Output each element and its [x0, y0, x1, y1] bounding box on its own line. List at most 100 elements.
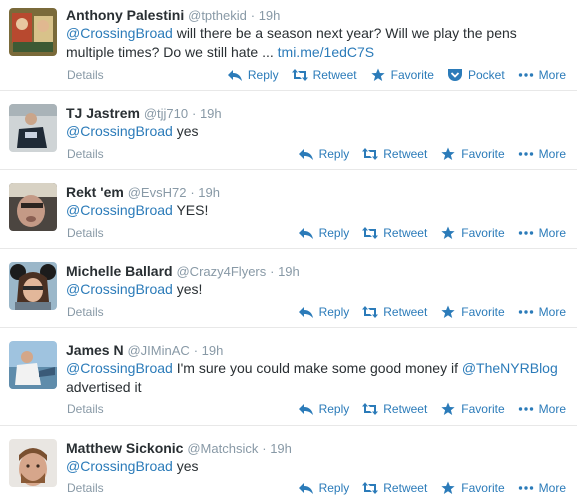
tweet-time[interactable]: · 19h — [262, 441, 292, 456]
tweet-text: @CrossingBroad yes — [66, 458, 199, 474]
favorite-button[interactable]: Favorite — [440, 480, 505, 496]
user-handle[interactable]: @Matchsick — [187, 441, 258, 456]
reply-button[interactable]: Reply — [298, 480, 349, 496]
user-handle[interactable]: @tjj710 — [144, 106, 188, 121]
mention-link[interactable]: @CrossingBroad — [66, 25, 173, 41]
star-icon — [440, 226, 456, 240]
more-button[interactable]: More — [518, 401, 566, 417]
tweet-actions: Reply Retweet Favorite More — [285, 146, 566, 162]
tweet-2: TJ Jastrem @tjj710 · 19h @CrossingBroad … — [0, 91, 577, 170]
retweet-icon — [362, 481, 379, 495]
avatar[interactable] — [9, 439, 57, 487]
reply-button[interactable]: Reply — [298, 304, 349, 320]
reply-icon — [298, 305, 314, 319]
retweet-icon — [362, 226, 379, 240]
user-name[interactable]: Matthew Sickonic — [66, 440, 183, 456]
tweet-time[interactable]: · 19h — [270, 264, 300, 279]
star-icon — [440, 305, 456, 319]
more-button[interactable]: More — [518, 480, 566, 496]
retweet-button[interactable]: Retweet — [362, 225, 427, 241]
details-link[interactable]: Details — [67, 401, 104, 417]
retweet-icon — [362, 147, 379, 161]
tweet-text: @CrossingBroad yes! — [66, 281, 203, 297]
tweet-5: James N @JIMinAC · 19h @CrossingBroad I'… — [0, 328, 577, 426]
star-icon — [440, 147, 456, 161]
user-name[interactable]: James N — [66, 342, 124, 358]
tweet-actions: Reply Retweet Favorite More — [285, 480, 566, 496]
mention-link[interactable]: @CrossingBroad — [66, 360, 173, 376]
mention-link[interactable]: @CrossingBroad — [66, 202, 173, 218]
star-icon — [440, 481, 456, 495]
tweet-text: @CrossingBroad will there be a season ne… — [66, 25, 517, 60]
tweet-time[interactable]: · 19h — [251, 8, 281, 23]
retweet-icon — [362, 305, 379, 319]
details-link[interactable]: Details — [67, 225, 104, 241]
reply-button[interactable]: Reply — [298, 146, 349, 162]
retweet-icon — [291, 68, 308, 82]
more-button[interactable]: More — [518, 304, 566, 320]
user-name[interactable]: Anthony Palestini — [66, 7, 184, 23]
retweet-button[interactable]: Retweet — [362, 304, 427, 320]
user-name[interactable]: TJ Jastrem — [66, 105, 140, 121]
more-dots-icon — [518, 68, 534, 82]
details-link[interactable]: Details — [67, 146, 104, 162]
more-button[interactable]: More — [518, 67, 566, 83]
favorite-button[interactable]: Favorite — [440, 146, 505, 162]
avatar[interactable] — [9, 183, 57, 231]
tweet-time[interactable]: · 19h — [194, 343, 224, 358]
retweet-button[interactable]: Retweet — [362, 146, 427, 162]
user-name[interactable]: Rekt 'em — [66, 184, 124, 200]
url-link[interactable]: tmi.me/1edC7S — [278, 44, 374, 60]
reply-icon — [298, 481, 314, 495]
tweet-actions: Reply Retweet Favorite More — [285, 401, 566, 417]
favorite-button[interactable]: Favorite — [370, 67, 434, 83]
more-dots-icon — [518, 226, 534, 240]
avatar[interactable] — [9, 341, 57, 389]
more-dots-icon — [518, 305, 534, 319]
tweet-3: Rekt 'em @EvsH72 · 19h @CrossingBroad YE… — [0, 170, 577, 249]
tweet-time[interactable]: · 19h — [190, 185, 220, 200]
tweet-actions: Reply Retweet Favorite Pocket More — [214, 67, 566, 83]
tweet-actions: Reply Retweet Favorite More — [285, 225, 566, 241]
reply-icon — [298, 147, 314, 161]
details-link[interactable]: Details — [67, 304, 104, 320]
pocket-icon — [447, 68, 463, 82]
more-button[interactable]: More — [518, 225, 566, 241]
user-handle[interactable]: @Crazy4Flyers — [176, 264, 266, 279]
retweet-button[interactable]: Retweet — [362, 401, 427, 417]
retweet-icon — [362, 402, 379, 416]
user-handle[interactable]: @EvsH72 — [128, 185, 187, 200]
avatar[interactable] — [9, 262, 57, 310]
pocket-button[interactable]: Pocket — [447, 67, 505, 83]
favorite-button[interactable]: Favorite — [440, 225, 505, 241]
retweet-button[interactable]: Retweet — [291, 67, 357, 83]
details-link[interactable]: Details — [67, 480, 104, 496]
reply-icon — [298, 226, 314, 240]
mention-link[interactable]: @CrossingBroad — [66, 123, 173, 139]
user-name[interactable]: Michelle Ballard — [66, 263, 173, 279]
tweet-text: @CrossingBroad YES! — [66, 202, 209, 218]
mention-link[interactable]: @CrossingBroad — [66, 281, 173, 297]
mention-link[interactable]: @TheNYRBlog — [462, 360, 558, 376]
tweet-actions: Reply Retweet Favorite More — [285, 304, 566, 320]
more-dots-icon — [518, 147, 534, 161]
tweet-time[interactable]: · 19h — [192, 106, 222, 121]
favorite-button[interactable]: Favorite — [440, 401, 505, 417]
more-dots-icon — [518, 402, 534, 416]
retweet-button[interactable]: Retweet — [362, 480, 427, 496]
tweet-1: Anthony Palestini @tpthekid · 19h @Cross… — [0, 0, 577, 91]
reply-icon — [227, 68, 243, 82]
reply-button[interactable]: Reply — [227, 67, 279, 83]
reply-button[interactable]: Reply — [298, 225, 349, 241]
favorite-button[interactable]: Favorite — [440, 304, 505, 320]
user-handle[interactable]: @tpthekid — [188, 8, 247, 23]
tweet-text: @CrossingBroad yes — [66, 123, 199, 139]
reply-button[interactable]: Reply — [298, 401, 349, 417]
tweet-4: Michelle Ballard @Crazy4Flyers · 19h @Cr… — [0, 249, 577, 328]
avatar[interactable] — [9, 104, 57, 152]
more-button[interactable]: More — [518, 146, 566, 162]
user-handle[interactable]: @JIMinAC — [127, 343, 189, 358]
avatar[interactable] — [9, 8, 57, 56]
mention-link[interactable]: @CrossingBroad — [66, 458, 173, 474]
details-link[interactable]: Details — [67, 67, 104, 83]
